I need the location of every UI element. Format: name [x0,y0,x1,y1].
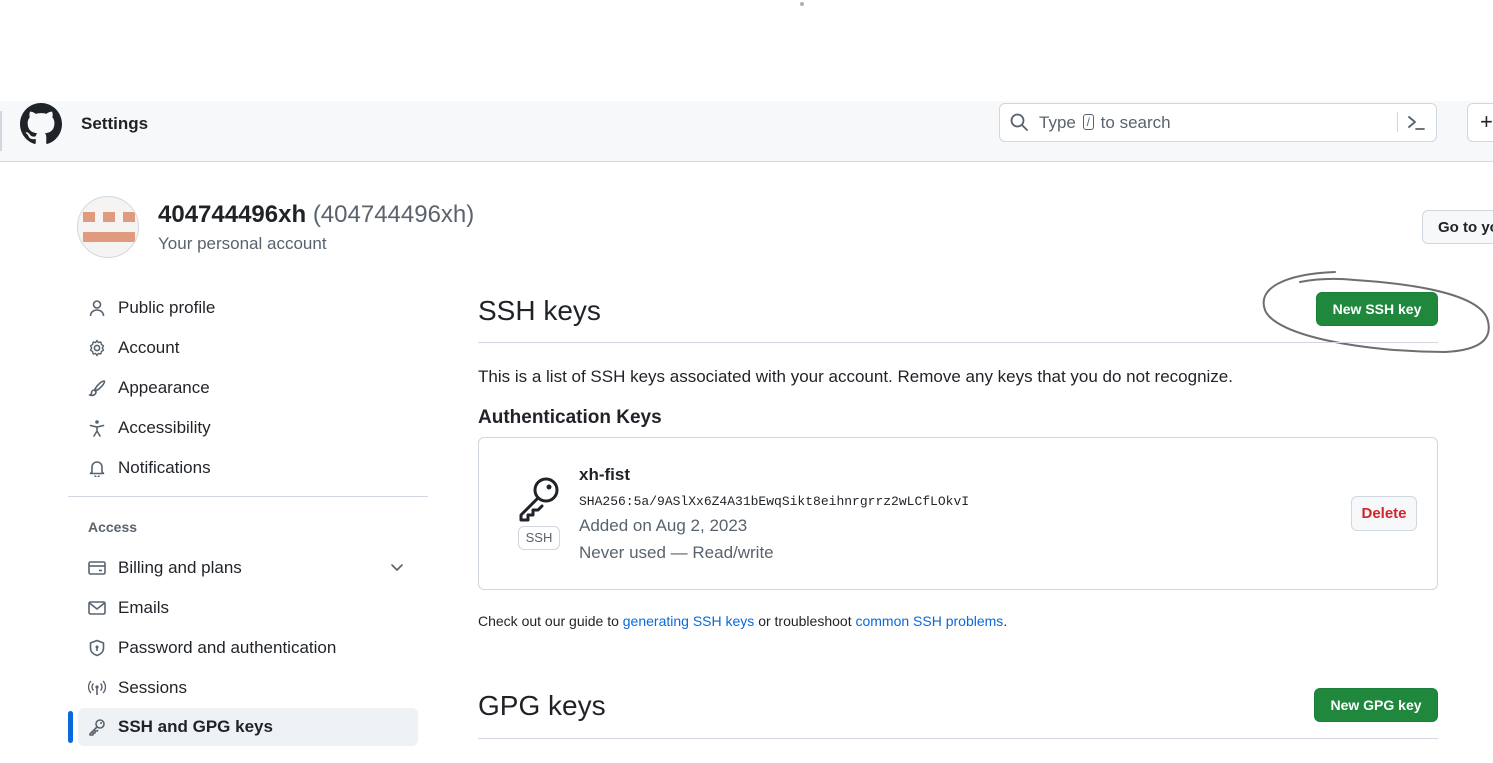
sidebar-divider [68,496,428,497]
sidebar-item-ssh-gpg-keys[interactable]: SSH and GPG keys [78,708,418,746]
sidebar-item-label: Accessibility [118,418,211,437]
shield-lock-icon [89,639,105,657]
sidebar-item-sessions[interactable]: Sessions [78,669,418,707]
header-edge [0,111,2,151]
avatar[interactable] [77,196,139,258]
sidebar-item-notifications[interactable]: Notifications [78,449,418,487]
avatar-pixel [83,232,135,242]
broadcast-icon [88,680,106,695]
avatar-pixel [123,212,135,222]
account-login: (404744496xh) [312,201,475,228]
active-indicator [68,711,73,743]
generating-ssh-keys-link[interactable]: generating SSH keys [623,613,755,629]
ssh-intro-text: This is a list of SSH keys associated wi… [478,367,1233,386]
search-placeholder: Type / to search [1039,113,1171,133]
go-to-profile-button[interactable]: Go to yo [1422,210,1493,244]
gpg-section-divider [478,738,1438,739]
gear-icon [89,339,105,357]
sidebar-item-accessibility[interactable]: Accessibility [78,409,418,447]
sidebar-item-appearance[interactable]: Appearance [78,369,418,407]
common-ssh-problems-link[interactable]: common SSH problems [855,613,1003,629]
avatar-pixel [103,212,115,222]
authentication-keys-heading: Authentication Keys [478,407,662,428]
guide-suffix: . [1003,613,1008,629]
search-icon [1010,113,1028,131]
ssh-key-card [478,437,1438,590]
mail-icon [88,601,106,615]
new-gpg-key-button[interactable]: New GPG key [1314,688,1438,722]
top-dot [800,2,804,6]
sidebar-item-label: SSH and GPG keys [118,717,273,736]
search-prefix: Type [1039,113,1076,132]
search-shortcut-key: / [1082,114,1094,130]
guide-prefix: Check out our guide to [478,613,619,629]
sidebar-item-label: Sessions [118,678,187,697]
sidebar-item-emails[interactable]: Emails [78,589,418,627]
ssh-keys-title: SSH keys [478,295,601,326]
guide-middle: or troubleshoot [758,613,852,629]
annotation-circle [1262,271,1490,354]
person-icon [89,300,105,317]
sidebar-item-public-profile[interactable]: Public profile [78,289,418,327]
ssh-type-badge: SSH [518,526,560,550]
sidebar-item-label: Public profile [118,298,216,317]
delete-key-button[interactable]: Delete [1351,496,1417,531]
create-new-button[interactable]: + [1467,103,1493,142]
sidebar-heading-access: Access [88,519,138,535]
ssh-section-divider [478,342,1438,343]
account-display-name: 404744496xh [158,201,307,228]
gpg-keys-title: GPG keys [478,690,606,721]
avatar-pixel [83,212,95,222]
github-logo-icon[interactable] [20,103,62,145]
page-title: Settings [81,114,149,133]
sidebar-item-password[interactable]: Password and authentication [78,629,418,667]
sidebar-item-label: Emails [118,598,170,617]
sidebar-item-account[interactable]: Account [78,329,418,367]
account-subtitle: Your personal account [158,234,327,253]
ssh-key-title: xh-fist [579,465,630,484]
sidebar-item-label: Appearance [118,378,210,397]
bell-icon [89,461,105,477]
account-name: 404744496xh (404744496xh) [158,201,474,229]
ssh-key-usage: Never used — Read/write [579,543,774,562]
credit-card-icon [88,561,106,575]
search-divider [1397,112,1398,132]
sidebar-item-label: Billing and plans [118,558,242,577]
key-icon [519,477,559,522]
settings-page: Settings Type / to search + 404744496xh … [0,0,1493,763]
command-palette-icon[interactable] [1406,113,1426,133]
search-suffix: to search [1100,113,1171,132]
ssh-key-added-date: Added on Aug 2, 2023 [579,516,748,535]
sidebar-item-billing[interactable]: Billing and plans [78,549,418,587]
paintbrush-icon [88,380,106,397]
sidebar-item-label: Notifications [118,458,211,477]
sidebar-item-label: Account [118,338,180,357]
sidebar-item-label: Password and authentication [118,638,337,657]
key-icon [89,719,105,736]
accessibility-icon [89,420,105,437]
ssh-key-fingerprint: SHA256:5a/9ASlXx6Z4A31bEwqSikt8eihnrgrrz… [579,494,970,509]
ssh-guide-text: Check out our guide to generating SSH ke… [478,613,1007,629]
chevron-down-icon[interactable] [389,559,405,575]
